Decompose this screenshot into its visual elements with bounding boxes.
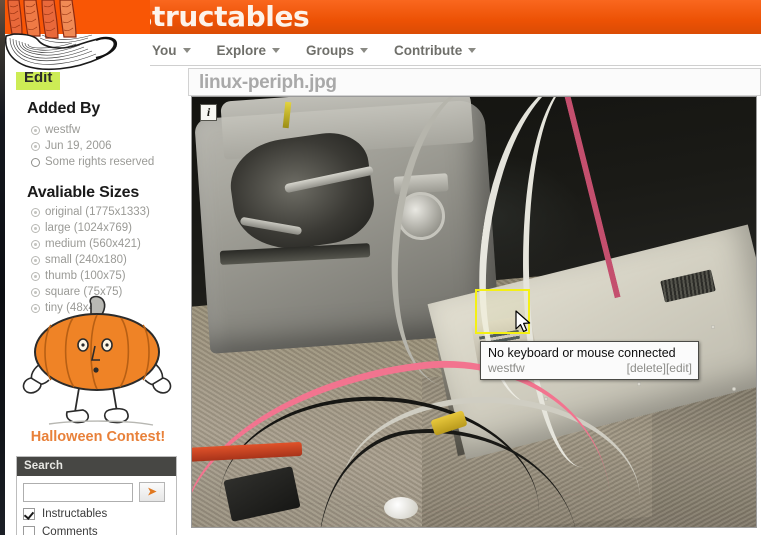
page-title: linux-periph.jpg: [199, 72, 337, 93]
image-info-icon[interactable]: i: [200, 104, 217, 121]
added-by-heading: Added By: [27, 100, 101, 117]
creative-commons-icon: [31, 157, 40, 167]
search-filter-instructables[interactable]: Instructables: [23, 508, 170, 520]
page-root: instructables You Explore Groups Contrib…: [0, 0, 761, 535]
annotation-author: westfw: [488, 361, 525, 375]
photo-image: [192, 97, 756, 527]
size-option-label: thumb (100x75): [45, 270, 126, 282]
image-size-icon: [31, 255, 40, 265]
search-panel: Search ➤ Instructables Comments: [16, 456, 177, 535]
user-icon: [31, 125, 40, 135]
nav-item-list: You Explore Groups Contribute: [152, 34, 477, 66]
size-option-medium[interactable]: medium (560x421): [31, 236, 150, 252]
size-option-large[interactable]: large (1024x769): [31, 220, 150, 236]
photo-title-bar: linux-periph.jpg: [188, 68, 761, 96]
added-by-list: westfw Jun 19, 2006 Some rights reserved: [31, 122, 154, 170]
nav-item-explore[interactable]: Explore: [217, 43, 281, 58]
halloween-contest-label[interactable]: Halloween Contest!: [17, 429, 179, 445]
search-input[interactable]: [23, 482, 133, 502]
sidebar: Edit Added By westfw Jun 19, 2006 Some r…: [5, 66, 185, 535]
chevron-down-icon: [360, 47, 369, 53]
added-by-user[interactable]: westfw: [31, 122, 154, 138]
chevron-down-icon: [468, 47, 477, 53]
added-by-date: Jun 19, 2006: [31, 138, 154, 154]
license-row[interactable]: Some rights reserved: [31, 154, 154, 170]
annotation-text: No keyboard or mouse connected: [488, 346, 676, 360]
size-option-label: medium (560x421): [45, 238, 141, 250]
nav-item-label: You: [152, 42, 177, 58]
size-option-label: small (240x180): [45, 254, 127, 266]
search-filter-label: Instructables: [42, 508, 108, 520]
search-filter-label: Comments: [42, 526, 98, 535]
image-size-icon: [31, 271, 40, 281]
search-body: ➤ Instructables Comments: [17, 476, 176, 535]
added-by-date-label: Jun 19, 2006: [45, 140, 112, 152]
nav-item-label: Contribute: [394, 42, 463, 58]
calendar-icon: [31, 141, 40, 151]
search-submit-button[interactable]: ➤: [139, 482, 165, 502]
license-label: Some rights reserved: [45, 156, 155, 168]
annotation-footer: westfw [delete][edit]: [488, 361, 692, 376]
hand-topographic-logo[interactable]: [0, 0, 150, 72]
image-size-icon: [31, 223, 40, 233]
search-row: ➤: [23, 482, 170, 502]
nav-item-label: Groups: [306, 42, 355, 58]
chevron-down-icon: [272, 47, 281, 53]
size-option-label: original (1775x1333): [45, 206, 150, 218]
nav-item-you[interactable]: You: [152, 43, 191, 58]
nav-item-groups[interactable]: Groups: [306, 42, 369, 58]
photo-viewer[interactable]: i No keyboard or mouse connected westfw …: [191, 96, 757, 528]
image-size-icon: [31, 207, 40, 217]
added-by-user-label: westfw: [45, 124, 81, 136]
nav-item-contribute[interactable]: Contribute: [394, 42, 477, 58]
left-edge-strip: [0, 0, 5, 535]
nav-item-label: Explore: [216, 42, 267, 58]
size-option-small[interactable]: small (240x180): [31, 252, 150, 268]
annotation-region-box[interactable]: [475, 289, 530, 334]
size-option-thumb[interactable]: thumb (100x75): [31, 268, 150, 284]
checkbox-unchecked-icon[interactable]: [23, 526, 35, 535]
size-option-original[interactable]: original (1775x1333): [31, 204, 150, 220]
size-option-label: large (1024x769): [45, 222, 132, 234]
annotation-tooltip: No keyboard or mouse connected westfw [d…: [480, 341, 699, 380]
image-size-icon: [31, 239, 40, 249]
chevron-down-icon: [182, 47, 191, 53]
main-content: linux-periph.jpg i No keyboard or mouse …: [188, 66, 761, 535]
available-sizes-heading: Avaliable Sizes: [27, 184, 140, 201]
checkbox-checked-icon[interactable]: [23, 508, 35, 520]
search-filter-comments[interactable]: Comments: [23, 526, 170, 535]
search-heading: Search: [17, 457, 176, 476]
annotation-actions[interactable]: [delete][edit]: [627, 361, 692, 376]
photo-white-cap: [384, 497, 418, 519]
